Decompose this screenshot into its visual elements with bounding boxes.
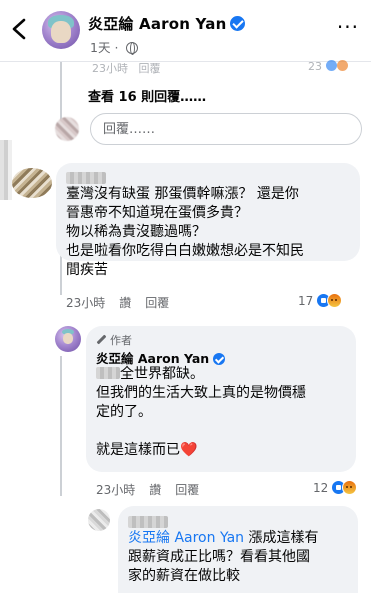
comment-line: 但我們的生活大致上真的是物價穩: [96, 385, 306, 401]
author-name[interactable]: 炎亞綸 Aaron Yan: [88, 13, 246, 34]
reaction-summary[interactable]: 12: [313, 480, 358, 495]
like-button[interactable]: 讚: [119, 296, 131, 310]
reply-button[interactable]: 回覆: [145, 296, 169, 310]
author-name-text[interactable]: 炎亞綸 Aaron Yan: [88, 15, 226, 33]
author-avatar[interactable]: [42, 11, 80, 49]
comment-line: 臺灣沒有缺蛋 那蛋價幹嘛漲？ 還是你: [66, 186, 299, 202]
angry-reaction-icon: [327, 293, 343, 308]
author-reply-bubble: 作者 炎亞綸 Aaron Yan 全世界都缺。 但我們的生活大致上真的是物價穩 …: [86, 326, 356, 472]
heart-emoji-icon: ❤️: [180, 442, 198, 458]
commenter-avatar[interactable]: [12, 168, 52, 198]
comment-line: 漲成這樣有: [244, 530, 319, 546]
back-arrow-icon[interactable]: [8, 16, 32, 42]
post-meta: 1天 ·: [90, 37, 139, 56]
author-badge: 作者: [96, 332, 132, 348]
comment-line: 定的了。: [96, 404, 152, 420]
current-user-avatar: [55, 117, 79, 141]
more-options-icon[interactable]: ···: [337, 17, 359, 37]
reply-button[interactable]: 回覆: [175, 483, 199, 497]
comment-line: 晉惠帝不知道現在蛋價多貴？: [66, 205, 248, 221]
reaction-summary[interactable]: 17: [298, 293, 343, 308]
comment-line: 跟薪資成正比嗎？看看其他國: [128, 549, 310, 565]
like-button[interactable]: 讚: [149, 483, 161, 497]
comment-bubble: 炎亞綸 Aaron Yan 漲成這樣有 跟薪資成正比嗎？看看其他國 家的薪資在做…: [118, 506, 358, 593]
comment-time[interactable]: 23小時: [96, 483, 135, 497]
blurred-text: [96, 367, 120, 379]
comment-actions: 23小時讚回覆: [96, 481, 213, 498]
view-more-replies-link[interactable]: 查看 16 則回覆……: [88, 86, 206, 105]
comment-actions: 23小時讚回覆: [66, 294, 183, 311]
angry-reaction-icon: [342, 480, 358, 495]
comment-line: [96, 422, 351, 441]
comment-line: 家的薪資在做比較: [128, 568, 240, 584]
globe-icon: [126, 42, 139, 55]
post-time[interactable]: 1天: [90, 40, 110, 55]
comment-time[interactable]: 23小時: [66, 296, 105, 310]
thread-line: [60, 356, 62, 496]
blurred-region: [0, 140, 12, 200]
commenter-name-blurred[interactable]: [66, 172, 106, 184]
author-reply-avatar[interactable]: [55, 326, 81, 352]
post-header: 炎亞綸 Aaron Yan 1天 · ···: [0, 0, 371, 62]
previous-reply-meta: 23小時 回覆: [92, 62, 161, 75]
mention-link[interactable]: 炎亞綸 Aaron Yan: [128, 530, 244, 546]
commenter-name-blurred[interactable]: [128, 516, 168, 528]
comment-line: 物以稀為貴沒聽過嗎？: [66, 224, 206, 240]
comment-line: 就是這樣而已: [96, 442, 180, 458]
comment-line: 也是啦看你吃得白白嫩嫩想必是不知民: [66, 243, 304, 259]
verified-badge-icon: [230, 16, 246, 31]
comment-line: 間疾苦: [66, 262, 108, 278]
reply-input-field[interactable]: [91, 114, 361, 144]
thread-line: [60, 62, 62, 122]
pen-icon: [96, 335, 106, 345]
verified-badge-icon: [213, 353, 226, 365]
previous-reply-reactions: 23: [308, 60, 348, 73]
comment-bubble: 臺灣沒有缺蛋 那蛋價幹嘛漲？ 還是你 晉惠帝不知道現在蛋價多貴？ 物以稀為貴沒聽…: [56, 163, 360, 278]
reply-input[interactable]: [90, 113, 362, 145]
commenter-avatar[interactable]: [88, 509, 110, 531]
comment-line: 全世界都缺。: [120, 366, 204, 382]
